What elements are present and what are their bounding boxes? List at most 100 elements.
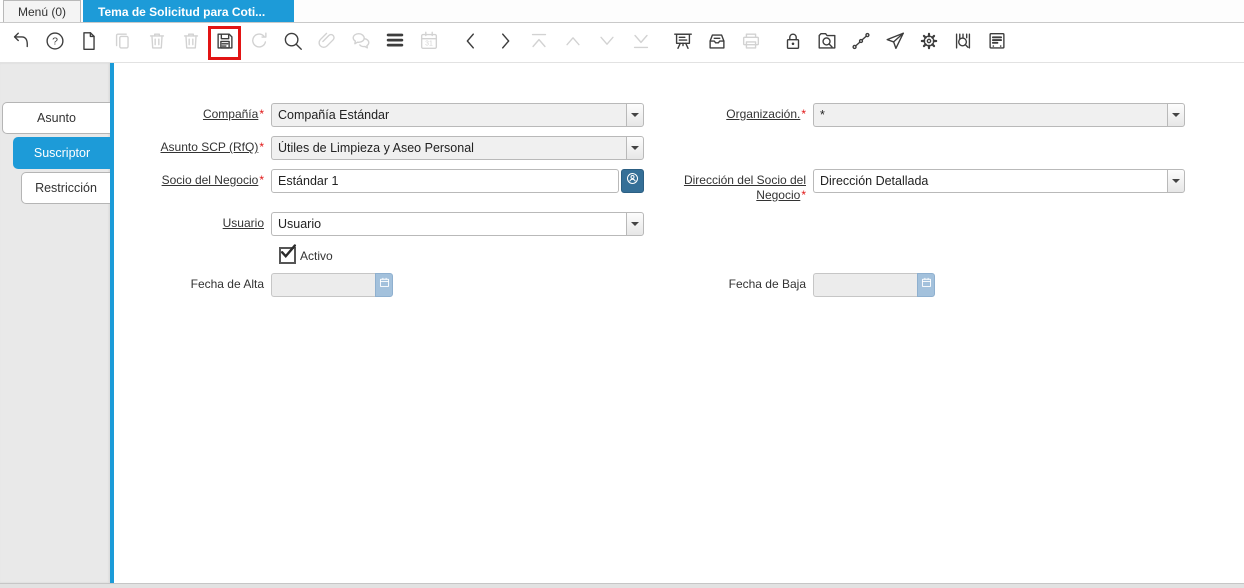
chat-button [348,30,373,56]
new-record-icon [78,30,100,55]
fecha-alta-field [271,273,644,297]
previous-record-button[interactable] [458,30,483,56]
delete-selection-button [178,30,203,56]
quick-form-button[interactable] [984,30,1009,56]
chevron-down-icon [631,222,639,226]
attachment-icon [316,30,338,55]
socio-required-marker: * [259,173,264,187]
usuario-input[interactable] [271,212,626,236]
usuario-dropdown-button[interactable] [626,212,644,236]
activo-checkbox[interactable] [279,247,296,264]
save-button[interactable] [208,25,241,60]
tab-tema-de-solicitud[interactable]: Tema de Solicitud para Coti... [83,0,295,22]
detail-record-button [594,30,619,56]
business-partner-info-button[interactable] [621,169,644,193]
asunto-scp-dropdown-button[interactable] [626,136,644,160]
status-bar [0,583,1244,588]
subscriber-form: Compañía* Organización.* Asunto SCP (RfQ… [114,103,1244,297]
previous-record-icon [460,30,482,55]
refresh-icon [248,30,270,55]
organizacion-dropdown-button[interactable] [1167,103,1185,127]
calendar-button [416,30,441,56]
report-icon [672,30,694,55]
direccion-label: Dirección del Socio del Negocio* [651,169,806,203]
first-record-icon [528,30,550,55]
sidebar-tab-restriccion[interactable]: Restricción [21,172,110,204]
fecha-alta-input[interactable] [271,273,375,297]
activo-label: Activo [300,248,333,263]
direccion-label-link[interactable]: Dirección del Socio del Negocio [684,173,806,202]
compania-dropdown-button[interactable] [626,103,644,127]
requests-icon [884,30,906,55]
tab-tema-label: Tema de Solicitud para Coti... [98,4,266,19]
new-record-button[interactable] [76,30,101,56]
sidebar-tab-asunto[interactable]: Asunto [2,102,110,134]
business-partner-icon [625,171,640,191]
compania-label-link[interactable]: Compañía [203,107,258,121]
refresh-button [246,30,271,56]
asunto-scp-combobox [271,136,644,160]
chevron-down-icon [1172,179,1180,183]
next-record-button[interactable] [492,30,517,56]
archive-button[interactable] [704,30,729,56]
socio-input[interactable] [271,169,619,193]
form-panel: Compañía* Organización.* Asunto SCP (RfQ… [114,63,1244,583]
help-icon [44,30,66,55]
window-tab-bar: Menú (0) Tema de Solicitud para Coti... [0,0,1244,23]
fecha-baja-label: Fecha de Baja [728,277,806,291]
copy-record-icon [112,30,134,55]
lock-button[interactable] [780,30,805,56]
process-button[interactable] [916,30,941,56]
parent-record-button [560,30,585,56]
help-button[interactable] [42,30,67,56]
grid-toggle-button[interactable] [382,30,407,56]
undo-button[interactable] [8,30,33,56]
find-button[interactable] [280,30,305,56]
zoom-across-button[interactable] [814,30,839,56]
fecha-alta-calendar-button[interactable] [375,273,393,297]
checkmark-icon [277,246,298,266]
usuario-label-link[interactable]: Usuario [223,216,264,230]
quick-form-icon [986,30,1008,55]
process-icon [918,30,940,55]
sidebar-tab-suscriptor[interactable]: Suscriptor [13,137,110,169]
toolbar [0,23,1244,63]
tab-menu[interactable]: Menú (0) [3,0,82,22]
workflow-button[interactable] [848,30,873,56]
requests-button[interactable] [882,30,907,56]
asunto-scp-input[interactable] [271,136,626,160]
product-info-button[interactable] [950,30,975,56]
usuario-combobox [271,212,644,236]
save-icon [214,30,236,55]
compania-input[interactable] [271,103,626,127]
chevron-down-icon [631,146,639,150]
sidebar-tab-restriccion-label: Restricción [35,181,97,195]
fecha-baja-calendar-button[interactable] [917,273,935,297]
detail-record-icon [596,30,618,55]
calendar-picker-icon [378,276,391,294]
organizacion-combobox [813,103,1185,127]
chevron-down-icon [631,113,639,117]
asunto-scp-label: Asunto SCP (RfQ)* [114,136,264,155]
first-record-button [526,30,551,56]
report-button[interactable] [670,30,695,56]
next-record-icon [494,30,516,55]
organizacion-input[interactable] [813,103,1167,127]
last-record-icon [630,30,652,55]
organizacion-label-link[interactable]: Organización. [726,107,800,121]
calendar-picker-icon [920,276,933,294]
content-area: Asunto Suscriptor Restricción Compañía* … [0,63,1244,583]
delete-record-button [144,30,169,56]
sidebar-tab-suscriptor-label: Suscriptor [33,146,91,160]
fecha-baja-input[interactable] [813,273,917,297]
fecha-baja-field [813,273,1185,297]
asunto-scp-label-link[interactable]: Asunto SCP (RfQ) [161,140,259,154]
fecha-alta-label: Fecha de Alta [190,277,264,291]
close-tab-icon[interactable] [273,5,287,19]
chat-icon [350,30,372,55]
direccion-dropdown-button[interactable] [1167,169,1185,193]
grid-toggle-icon [384,30,406,55]
detail-tab-sidebar: Asunto Suscriptor Restricción [0,63,110,583]
socio-label-link[interactable]: Socio del Negocio [162,173,259,187]
direccion-input[interactable] [813,169,1167,193]
